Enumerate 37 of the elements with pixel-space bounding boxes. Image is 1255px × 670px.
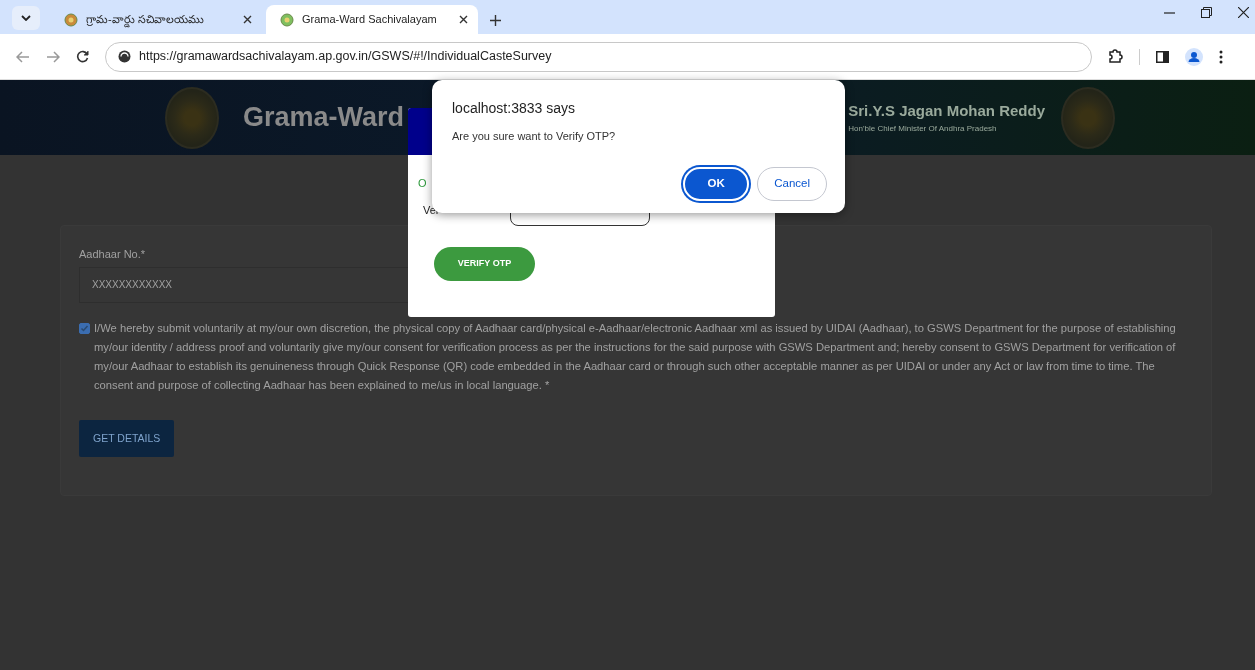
browser-tab[interactable]: Grama-Ward Sachivalayam bbox=[266, 5, 478, 34]
more-menu-icon[interactable] bbox=[1219, 49, 1223, 64]
address-bar[interactable]: https://gramawardsachivalayam.ap.gov.in/GSWS/#!/IndividualCasteSurvey bbox=[105, 41, 1092, 72]
alert-title: localhost:3833 says bbox=[452, 99, 576, 118]
consent-checkbox[interactable] bbox=[79, 322, 90, 334]
restore-icon[interactable] bbox=[1201, 6, 1212, 18]
side-panel-icon[interactable] bbox=[1156, 50, 1169, 63]
emblem-icon bbox=[64, 12, 78, 27]
close-icon[interactable] bbox=[1238, 6, 1249, 18]
chevron-down-icon bbox=[21, 15, 31, 21]
tab-list-button[interactable] bbox=[12, 6, 40, 30]
close-tab-button[interactable] bbox=[243, 15, 252, 24]
leader-title: Hon'ble Chief Minister Of Andhra Pradesh bbox=[848, 122, 998, 135]
tab-title: Grama-Ward Sachivalayam bbox=[302, 12, 438, 28]
close-icon bbox=[243, 15, 252, 24]
back-arrow-icon[interactable] bbox=[16, 50, 30, 63]
forward-arrow-icon[interactable] bbox=[46, 50, 60, 63]
alert-message: Are you sure want to Verify OTP? bbox=[452, 129, 617, 144]
site-title: Grama-Ward bbox=[243, 101, 405, 135]
tab-title: గ్రామ-వార్డు సచివాలయము bbox=[86, 12, 205, 28]
site-info-icon[interactable] bbox=[118, 50, 131, 63]
reload-icon[interactable] bbox=[76, 50, 89, 63]
browser-tab[interactable]: గ్రామ-వార్డు సచివాలయము bbox=[50, 5, 262, 34]
puzzle-piece-icon[interactable] bbox=[1108, 49, 1123, 64]
verify-otp-button[interactable]: VERIFY OTP bbox=[434, 247, 535, 281]
otp-status-text: O bbox=[418, 176, 427, 191]
get-details-button[interactable]: GET DETAILS bbox=[79, 419, 175, 458]
consent-text: I/We hereby submit voluntarily at my/our own discretion, the physical copy of Aadhaar card/physical e-Aadhaar/electronic Aadhaar xml as issued by UIDAI (Aadhaar), to GSWS Department for the purpose of establishing my/our identity / address proof and voluntarily give my/our consent for verification process as per the instructions for the said purpose with GSWS Department and; hereby consent to GSWS Department for verification of my/our Aadhaar to establish its genuineness through Quick Response (QR) code embedded in the Aadhaar card or through such other acceptable manner as per UIDAI or under any Act or law from time to time. The consent and purpose of collecting Aadhaar has been explained to me/us in local language. * bbox=[94, 320, 1177, 393]
plus-icon bbox=[490, 15, 501, 26]
new-tab-button[interactable] bbox=[490, 15, 501, 26]
emblem-icon bbox=[280, 12, 294, 27]
close-tab-button[interactable] bbox=[459, 15, 468, 24]
cancel-button[interactable]: Cancel bbox=[757, 166, 827, 201]
profile-avatar-icon[interactable] bbox=[1185, 47, 1203, 66]
leader-name: Sri.Y.S Jagan Mohan Reddy bbox=[848, 101, 1045, 122]
close-icon bbox=[459, 15, 468, 24]
ok-button[interactable]: OK bbox=[683, 166, 750, 201]
